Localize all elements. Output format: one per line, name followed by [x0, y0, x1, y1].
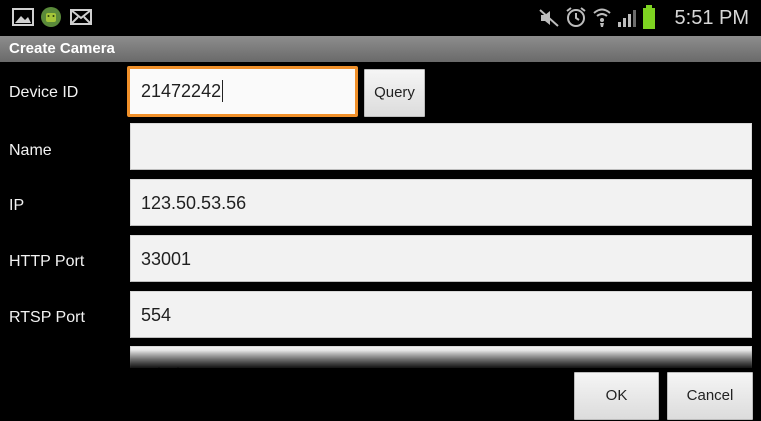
action-bar: OK Cancel	[0, 368, 761, 421]
alarm-icon	[566, 7, 586, 27]
device-id-value: 21472242	[141, 81, 222, 101]
name-label: Name	[9, 142, 52, 159]
dialog-title-bar: Create Camera	[0, 36, 761, 62]
signal-icon	[618, 10, 636, 27]
battery-icon	[643, 5, 655, 29]
wifi-icon	[593, 8, 611, 27]
ok-button[interactable]: OK	[574, 372, 659, 420]
image-icon	[12, 8, 34, 26]
name-input[interactable]	[130, 123, 752, 170]
scroll-fade	[0, 350, 761, 370]
http-port-label: HTTP Port	[9, 253, 85, 270]
device-id-label: Device ID	[9, 84, 79, 101]
rtsp-port-value: 554	[141, 305, 172, 325]
query-button[interactable]: Query	[364, 69, 425, 117]
dialog-title: Create Camera	[9, 40, 115, 57]
ip-input[interactable]: 123.50.53.56	[130, 179, 752, 226]
ip-value: 123.50.53.56	[141, 193, 247, 213]
rtsp-port-input[interactable]: 554	[130, 291, 752, 338]
status-time: 5:51 PM	[674, 7, 749, 29]
rtsp-port-label: RTSP Port	[9, 309, 85, 326]
status-bar: 5:51 PM	[0, 0, 761, 36]
http-port-input[interactable]: 33001	[130, 235, 752, 282]
http-port-value: 33001	[141, 249, 192, 269]
mail-icon	[70, 9, 92, 25]
text-caret	[222, 79, 224, 102]
android-icon	[41, 7, 61, 27]
create-camera-screen: 5:51 PM Create Camera Device ID 21472242…	[0, 0, 761, 421]
device-id-input[interactable]: 21472242	[127, 66, 358, 117]
cancel-button[interactable]: Cancel	[667, 372, 753, 420]
mute-icon	[539, 9, 559, 27]
ip-label: IP	[9, 197, 25, 214]
